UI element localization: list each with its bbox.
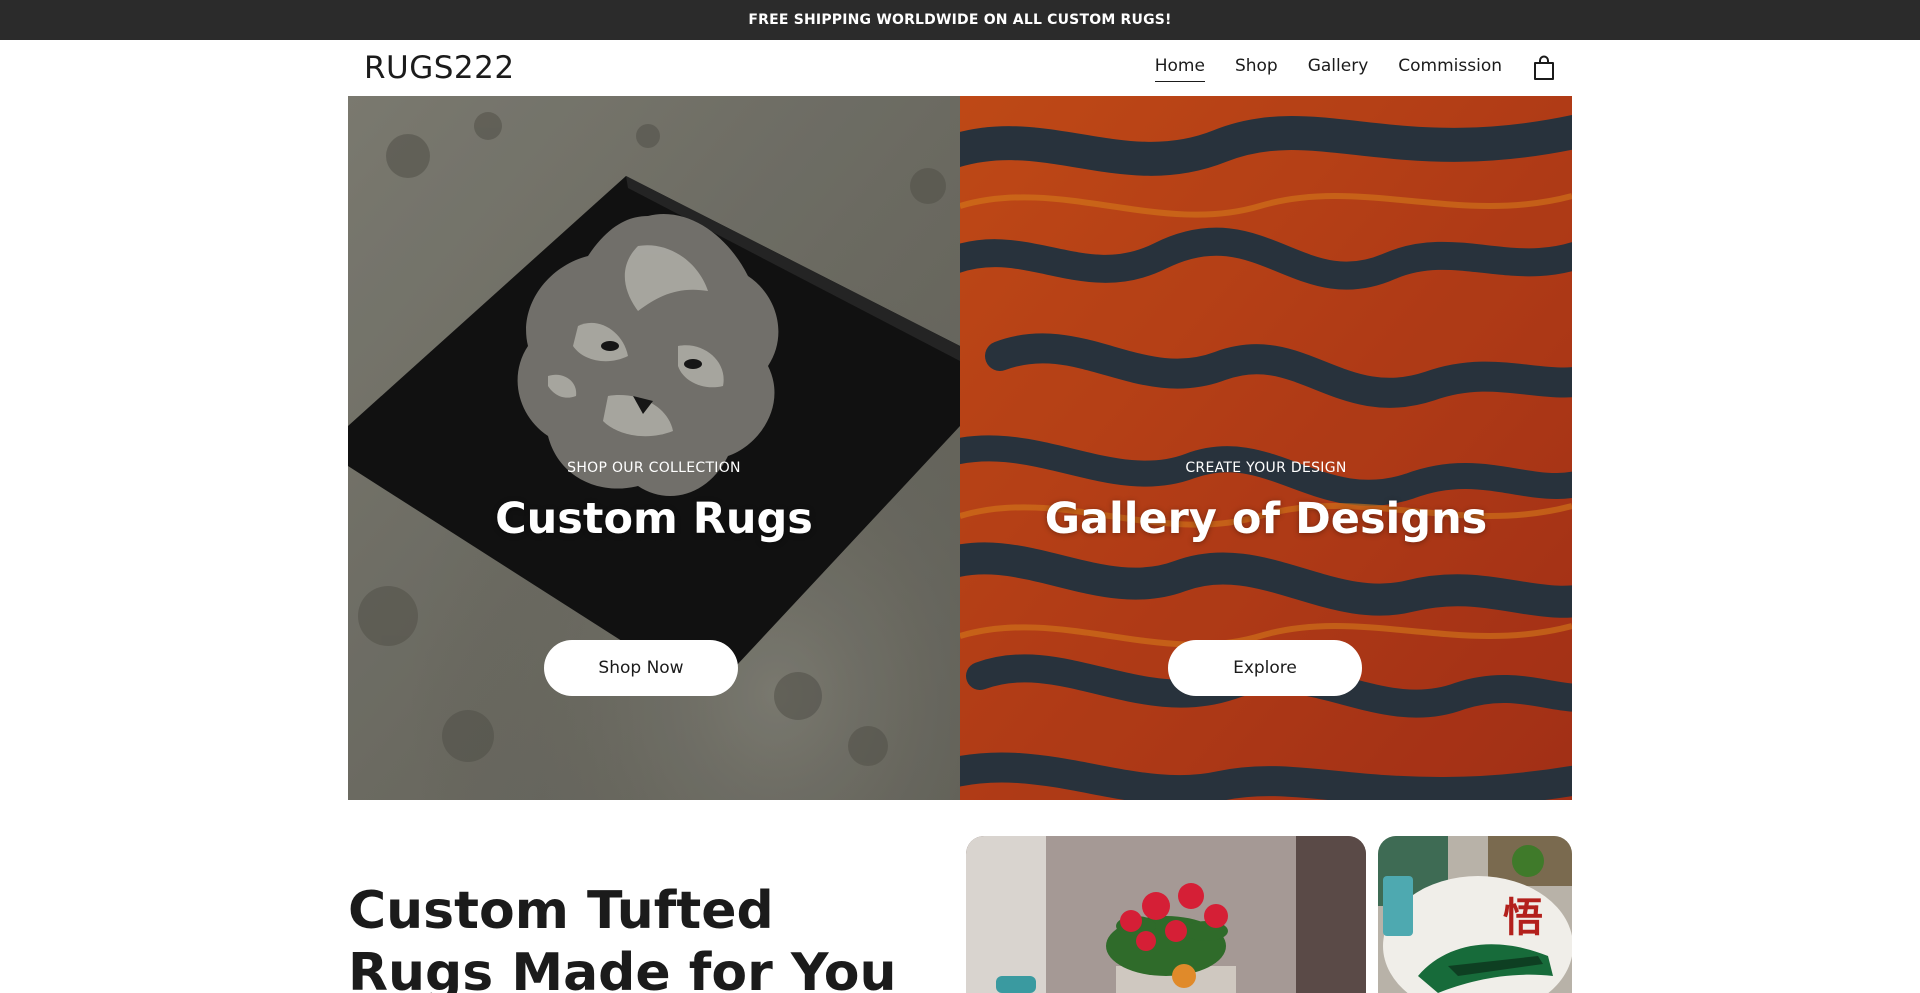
nav-shop[interactable]: Shop (1235, 55, 1278, 82)
explore-button[interactable]: Explore (1168, 640, 1362, 696)
announcement-text: FREE SHIPPING WORLDWIDE ON ALL CUSTOM RU… (748, 12, 1172, 28)
svg-text:悟: 悟 (1503, 895, 1543, 941)
site-header: RUGS222 Home Shop Gallery Commission (348, 40, 1572, 96)
hero-eyebrow: CREATE YOUR DESIGN (1185, 460, 1347, 476)
custom-rugs-panel[interactable]: SHOP OUR COLLECTION Custom Rugs Shop Now (348, 96, 960, 800)
gallery-panel[interactable]: CREATE YOUR DESIGN Gallery of Designs Ex… (960, 96, 1572, 800)
hero-title: Gallery of Designs (1044, 494, 1488, 544)
nav-commission[interactable]: Commission (1398, 55, 1502, 82)
intro-heading: Custom Tufted Rugs Made for You (348, 881, 897, 993)
announcement-bar: FREE SHIPPING WORLDWIDE ON ALL CUSTOM RU… (0, 0, 1920, 40)
flowers-image (966, 836, 1366, 993)
gator-rug-image: 悟 (1378, 836, 1572, 993)
gator-rug-photo: 悟 (1378, 836, 1572, 993)
main-nav: Home Shop Gallery Commission (1154, 55, 1556, 82)
hero-section: SHOP OUR COLLECTION Custom Rugs Shop Now (348, 96, 1572, 800)
nav-home[interactable]: Home (1154, 55, 1205, 82)
site-logo[interactable]: RUGS222 (364, 50, 515, 86)
shopping-bag-icon[interactable] (1532, 55, 1556, 81)
hero-title: Custom Rugs (495, 494, 813, 544)
shop-now-button[interactable]: Shop Now (544, 640, 738, 696)
hero-eyebrow: SHOP OUR COLLECTION (567, 460, 741, 476)
flowers-photo (966, 836, 1366, 993)
nav-gallery[interactable]: Gallery (1308, 55, 1369, 82)
